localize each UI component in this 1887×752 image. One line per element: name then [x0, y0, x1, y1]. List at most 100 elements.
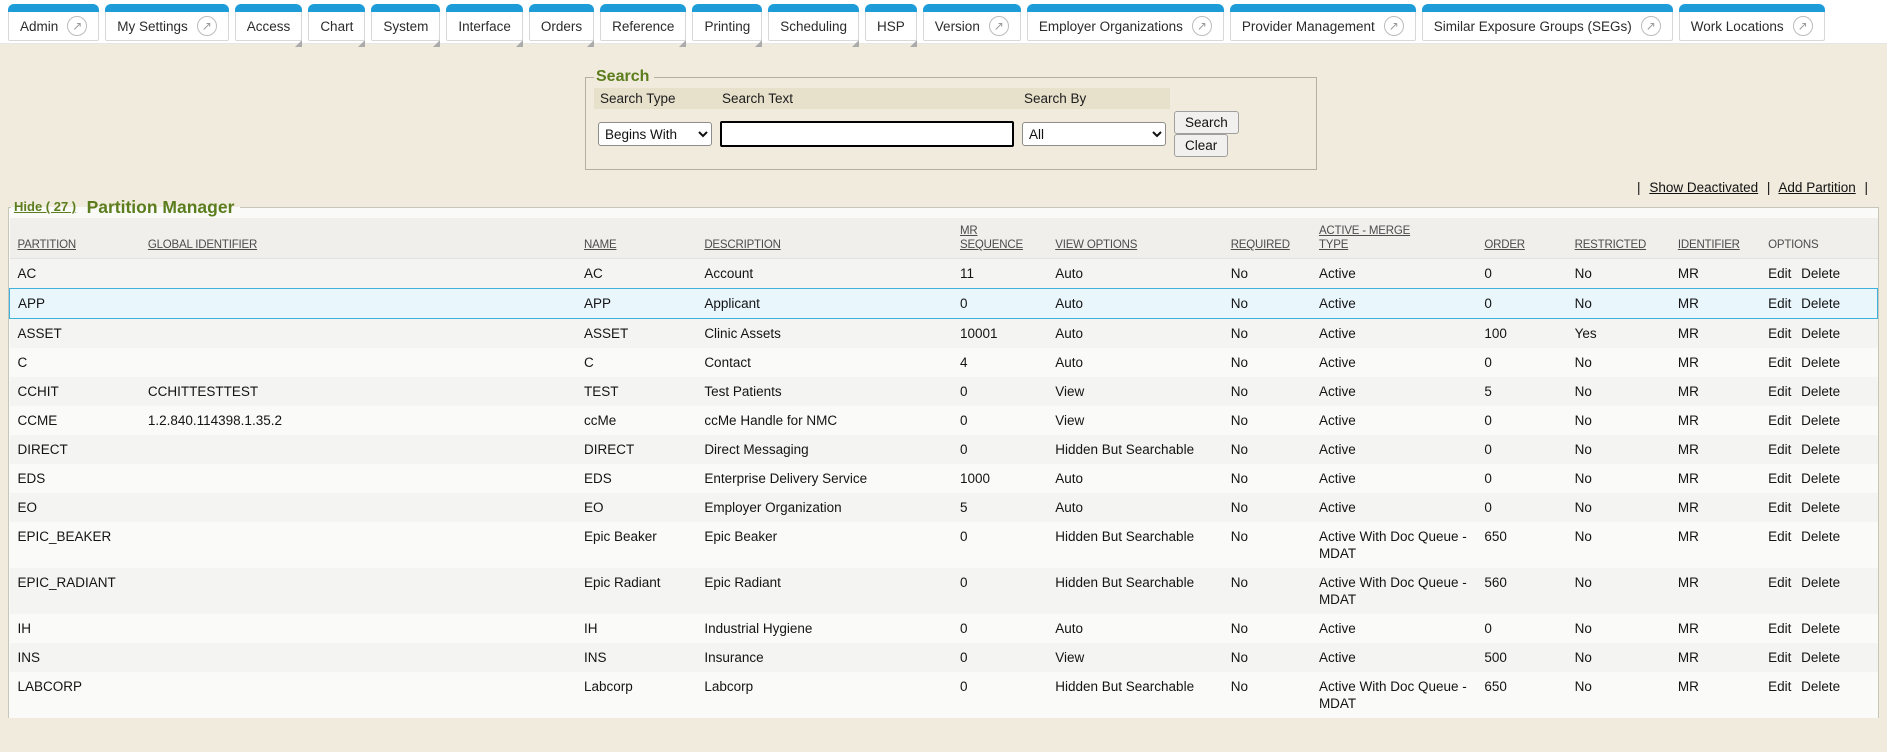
- nav-tab-label: Admin: [20, 19, 58, 34]
- edit-link[interactable]: Edit: [1768, 500, 1791, 515]
- column-header[interactable]: REQUIRED: [1223, 218, 1311, 259]
- table-row[interactable]: EPIC_BEAKER Epic Beaker Epic Beaker 0 Hi…: [10, 522, 1878, 568]
- edit-link[interactable]: Edit: [1768, 355, 1791, 370]
- edit-link[interactable]: Edit: [1768, 621, 1791, 636]
- delete-link[interactable]: Delete: [1801, 384, 1840, 399]
- partition-manager-panel: Hide ( 27 ) Partition Manager PARTITION: [8, 197, 1879, 718]
- clear-button[interactable]: Clear: [1174, 134, 1228, 157]
- table-row[interactable]: CCME 1.2.840.114398.1.35.2 ccMe ccMe Han…: [10, 406, 1878, 435]
- hide-toggle-link[interactable]: Hide ( 27 ): [14, 199, 76, 214]
- delete-link[interactable]: Delete: [1801, 500, 1840, 515]
- nav-tab[interactable]: Admin ↗: [8, 4, 99, 41]
- edit-link[interactable]: Edit: [1768, 529, 1791, 544]
- nav-tab[interactable]: Interface ↗: [446, 4, 523, 41]
- nav-tab-label: Chart: [320, 19, 353, 34]
- delete-link[interactable]: Delete: [1801, 621, 1840, 636]
- edit-link[interactable]: Edit: [1768, 266, 1791, 281]
- cell-description: Direct Messaging: [696, 435, 952, 464]
- nav-tab[interactable]: My Settings ↗: [105, 4, 229, 41]
- table-row[interactable]: EO EO Employer Organization 5 Auto No Ac…: [10, 493, 1878, 522]
- table-row[interactable]: AC AC Account 11 Auto No Active 0 No MR …: [10, 259, 1878, 289]
- add-partition-link[interactable]: Add Partition: [1778, 180, 1855, 195]
- delete-link[interactable]: Delete: [1801, 529, 1840, 544]
- edit-link[interactable]: Edit: [1768, 326, 1791, 341]
- nav-tab[interactable]: Access ↗: [235, 4, 303, 41]
- cell-required: No: [1223, 259, 1311, 289]
- search-button[interactable]: Search: [1174, 111, 1239, 134]
- cell-description: Applicant: [696, 289, 952, 319]
- search-by-select[interactable]: All: [1022, 122, 1166, 146]
- cell-partition: LABCORP: [10, 672, 140, 718]
- cell-restricted: No: [1567, 377, 1670, 406]
- open-in-new-icon: ↗: [197, 16, 217, 36]
- search-text-input[interactable]: [720, 121, 1014, 147]
- delete-link[interactable]: Delete: [1801, 650, 1840, 665]
- cell-partition: DIRECT: [10, 435, 140, 464]
- edit-link[interactable]: Edit: [1768, 413, 1791, 428]
- nav-tab[interactable]: Similar Exposure Groups (SEGs) ↗: [1422, 4, 1673, 41]
- delete-link[interactable]: Delete: [1801, 575, 1840, 590]
- nav-tab[interactable]: System ↗: [371, 4, 440, 41]
- nav-tab[interactable]: Employer Organizations ↗: [1027, 4, 1224, 41]
- nav-tab[interactable]: Printing ↗: [692, 4, 762, 41]
- edit-link[interactable]: Edit: [1768, 442, 1791, 457]
- tab-accent-bar: [446, 4, 523, 12]
- search-type-select[interactable]: Begins With: [598, 122, 712, 146]
- nav-tab[interactable]: Version ↗: [923, 4, 1021, 41]
- nav-tab[interactable]: Reference ↗: [600, 4, 686, 41]
- delete-link[interactable]: Delete: [1801, 355, 1840, 370]
- delete-link[interactable]: Delete: [1801, 442, 1840, 457]
- delete-link[interactable]: Delete: [1801, 326, 1840, 341]
- table-row[interactable]: EDS EDS Enterprise Delivery Service 1000…: [10, 464, 1878, 493]
- nav-tab[interactable]: HSP ↗: [865, 4, 917, 41]
- dropdown-corner-icon: [755, 40, 762, 47]
- cell-restricted: No: [1567, 259, 1670, 289]
- delete-link[interactable]: Delete: [1801, 266, 1840, 281]
- nav-tab[interactable]: Work Locations ↗: [1679, 4, 1825, 41]
- edit-link[interactable]: Edit: [1768, 650, 1791, 665]
- table-row[interactable]: IH IH Industrial Hygiene 0 Auto No Activ…: [10, 614, 1878, 643]
- delete-link[interactable]: Delete: [1801, 679, 1840, 694]
- nav-tab[interactable]: Orders ↗: [529, 4, 594, 41]
- table-row[interactable]: LABCORP Labcorp Labcorp 0 Hidden But Sea…: [10, 672, 1878, 718]
- search-type-header: Search Type: [594, 88, 716, 109]
- column-header[interactable]: NAME: [576, 218, 696, 259]
- table-row[interactable]: C C Contact 4 Auto No Active 0 No MR Edi…: [10, 348, 1878, 377]
- column-header-label: TYPE: [1319, 238, 1470, 252]
- tab-accent-bar: [1679, 4, 1825, 12]
- column-header[interactable]: GLOBAL IDENTIFIER: [140, 218, 576, 259]
- column-header[interactable]: PARTITION: [10, 218, 140, 259]
- table-row[interactable]: ASSET ASSET Clinic Assets 10001 Auto No …: [10, 319, 1878, 349]
- table-row[interactable]: CCHIT CCHITTESTTEST TEST Test Patients 0…: [10, 377, 1878, 406]
- nav-tab[interactable]: Provider Management ↗: [1230, 4, 1416, 41]
- cell-required: No: [1223, 672, 1311, 718]
- cell-order: 0: [1476, 406, 1566, 435]
- delete-link[interactable]: Delete: [1801, 296, 1840, 311]
- edit-link[interactable]: Edit: [1768, 471, 1791, 486]
- column-header[interactable]: ACTIVE - MERGE TYPE: [1311, 218, 1476, 259]
- table-row[interactable]: INS INS Insurance 0 View No Active 500 N…: [10, 643, 1878, 672]
- column-header[interactable]: VIEW OPTIONS: [1047, 218, 1222, 259]
- edit-link[interactable]: Edit: [1768, 575, 1791, 590]
- cell-restricted: No: [1567, 643, 1670, 672]
- delete-link[interactable]: Delete: [1801, 471, 1840, 486]
- column-header-label: NAME: [584, 238, 690, 252]
- nav-tab[interactable]: Scheduling ↗: [768, 4, 859, 41]
- table-row[interactable]: DIRECT DIRECT Direct Messaging 0 Hidden …: [10, 435, 1878, 464]
- column-header[interactable]: OPTIONS: [1760, 218, 1877, 259]
- edit-link[interactable]: Edit: [1768, 296, 1791, 311]
- edit-link[interactable]: Edit: [1768, 384, 1791, 399]
- show-deactivated-link[interactable]: Show Deactivated: [1649, 180, 1758, 195]
- column-header[interactable]: MR SEQUENCE: [952, 218, 1047, 259]
- delete-link[interactable]: Delete: [1801, 413, 1840, 428]
- cell-partition: EDS: [10, 464, 140, 493]
- column-header[interactable]: RESTRICTED: [1567, 218, 1670, 259]
- column-header[interactable]: IDENTIFIER: [1670, 218, 1760, 259]
- edit-link[interactable]: Edit: [1768, 679, 1791, 694]
- cell-global-identifier: [140, 435, 576, 464]
- table-row[interactable]: EPIC_RADIANT Epic Radiant Epic Radiant 0…: [10, 568, 1878, 614]
- column-header[interactable]: DESCRIPTION: [696, 218, 952, 259]
- nav-tab[interactable]: Chart ↗: [308, 4, 365, 41]
- table-row[interactable]: APP APP Applicant 0 Auto No Active 0 No …: [10, 289, 1878, 319]
- column-header[interactable]: ORDER: [1476, 218, 1566, 259]
